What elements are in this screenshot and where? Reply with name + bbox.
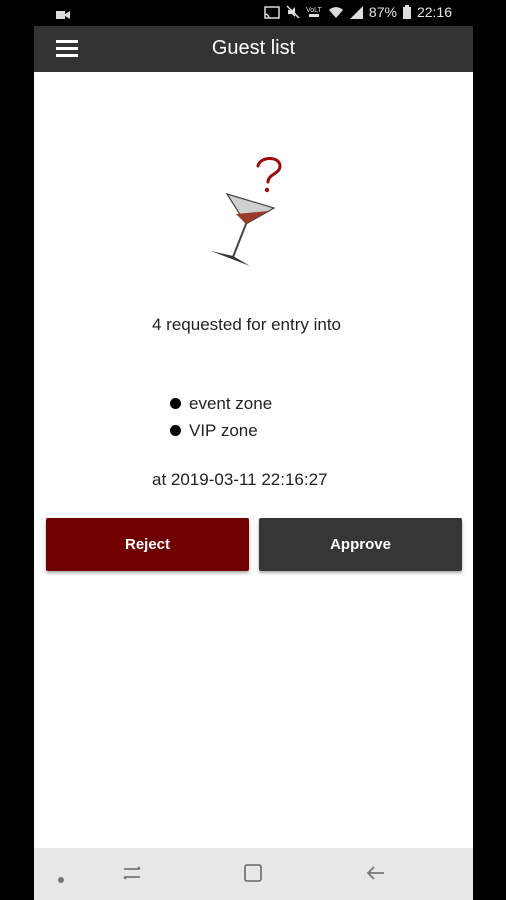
- battery-icon: [402, 5, 411, 19]
- app-bar: Guest list: [34, 26, 473, 72]
- bullet-icon: [170, 398, 181, 409]
- video-icon: [56, 7, 70, 23]
- svg-text:VoLTE: VoLTE: [306, 7, 322, 14]
- recent-apps-icon[interactable]: [121, 863, 143, 888]
- home-icon[interactable]: [243, 863, 263, 888]
- approve-button[interactable]: Approve: [259, 518, 462, 571]
- signal-icon: [349, 5, 363, 19]
- zone-label: event zone: [189, 394, 273, 413]
- cocktail-question-icon: [211, 157, 282, 266]
- clock: 22:16: [416, 4, 452, 20]
- zone-list: event zone VIP zone: [170, 390, 272, 444]
- cast-icon: [264, 5, 280, 19]
- dot-icon[interactable]: [58, 870, 64, 888]
- app-screen: Guest list 4 requested for entry into ev…: [34, 26, 473, 900]
- request-timestamp: at 2019-03-11 22:16:27: [152, 470, 328, 489]
- status-bar: VoLTE 87% 22:16: [0, 0, 506, 26]
- volte-icon: VoLTE: [306, 7, 322, 17]
- mute-icon: [286, 5, 300, 19]
- battery-percent: 87%: [368, 4, 397, 20]
- request-message: 4 requested for entry into: [152, 315, 342, 334]
- reject-button[interactable]: Reject: [46, 518, 249, 571]
- page-title: Guest list: [211, 37, 296, 59]
- back-icon[interactable]: [365, 863, 387, 888]
- zone-label: VIP zone: [189, 421, 258, 440]
- zone-item: VIP zone: [170, 417, 272, 444]
- zone-item: event zone: [170, 390, 272, 417]
- bullet-icon: [170, 425, 181, 436]
- wifi-icon: [328, 6, 343, 18]
- system-nav-bar: [34, 848, 473, 900]
